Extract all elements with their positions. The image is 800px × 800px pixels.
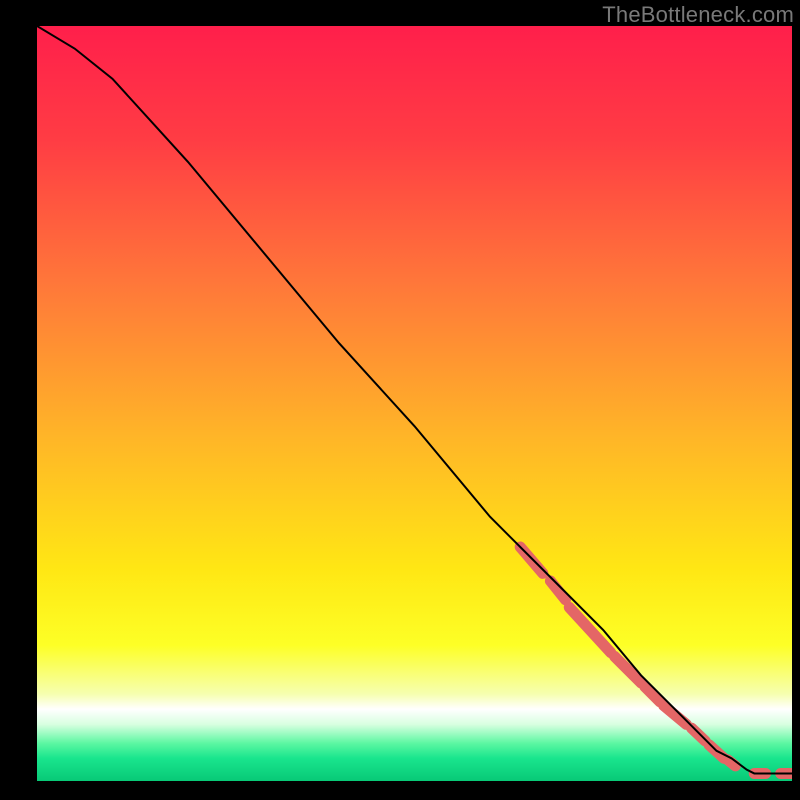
chart-svg — [37, 26, 792, 781]
chart-stage: TheBottleneck.com — [0, 0, 800, 800]
curve-marker — [692, 728, 706, 741]
plot-area — [37, 26, 792, 781]
marker-group — [520, 547, 792, 774]
watermark-text: TheBottleneck.com — [602, 2, 794, 28]
bottleneck-curve — [37, 26, 792, 773]
curve-marker — [569, 607, 611, 652]
curve-marker — [645, 687, 660, 702]
